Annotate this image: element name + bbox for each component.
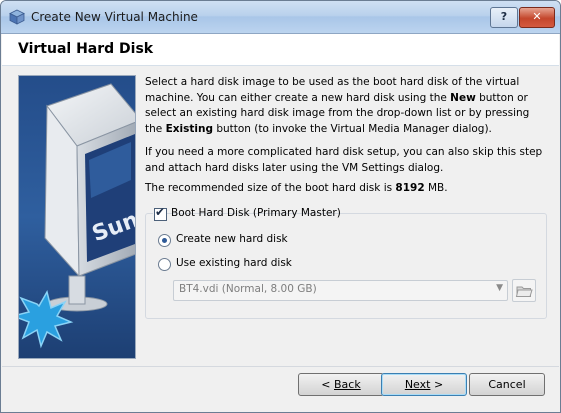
page-title: Virtual Hard Disk xyxy=(18,41,154,57)
recommended-size-value: 8192 xyxy=(395,182,425,194)
back-button[interactable]: < Back xyxy=(298,373,384,396)
boot-hard-disk-label: Boot Hard Disk (Primary Master) xyxy=(171,207,341,219)
next-button-label: Next xyxy=(404,378,431,391)
cancel-button[interactable]: Cancel xyxy=(469,373,545,396)
window-title: Create New Virtual Machine xyxy=(31,10,198,24)
chevron-down-icon[interactable]: ▼ xyxy=(496,283,503,293)
use-existing-disk-radio[interactable] xyxy=(158,258,171,271)
create-new-disk-radio[interactable] xyxy=(158,234,171,247)
advanced-setup-paragraph: If you need a more complicated hard disk… xyxy=(145,146,543,174)
next-button[interactable]: Next > xyxy=(381,373,467,396)
open-folder-button[interactable] xyxy=(512,279,536,302)
back-button-label: Back xyxy=(334,378,361,391)
recommended-size-paragraph: The recommended size of the boot hard di… xyxy=(145,181,545,197)
intro-text-3: button (to invoke the Virtual Media Mana… xyxy=(212,122,492,135)
dialog-window: Create New Virtual Machine ? ✕ Virtual H… xyxy=(0,0,561,413)
title-bar[interactable]: Create New Virtual Machine ? ✕ xyxy=(1,1,560,34)
intro-new-keyword: New xyxy=(450,91,476,104)
intro-existing-keyword: Existing xyxy=(165,122,213,135)
use-existing-disk-label[interactable]: Use existing hard disk xyxy=(176,257,292,269)
create-new-disk-label[interactable]: Create new hard disk xyxy=(176,233,288,245)
existing-disk-value: BT4.vdi (Normal, 8.00 GB) xyxy=(179,283,317,295)
boot-hard-disk-checkbox[interactable]: ✔ xyxy=(154,205,167,221)
header-area: Virtual Hard Disk xyxy=(2,34,559,65)
virtualbox-icon xyxy=(9,9,25,25)
content-area: Sun Select a hard disk image to be used … xyxy=(2,65,559,366)
open-folder-icon xyxy=(515,286,533,297)
button-bar: < Back Next > Cancel xyxy=(2,367,559,412)
check-icon: ✔ xyxy=(155,205,166,219)
boot-hard-disk-checkbox-row[interactable]: ✔ Boot Hard Disk (Primary Master) xyxy=(153,206,341,223)
intro-paragraph: Select a hard disk image to be used as t… xyxy=(145,75,545,137)
recommended-size-text: The recommended size of the boot hard di… xyxy=(145,182,396,194)
recommended-size-unit: MB. xyxy=(424,182,448,194)
close-button[interactable]: ✕ xyxy=(519,7,555,28)
boot-hard-disk-group: ✔ Boot Hard Disk (Primary Master) Create… xyxy=(145,206,547,319)
radio-selected-dot xyxy=(162,238,167,243)
existing-disk-dropdown[interactable]: BT4.vdi (Normal, 8.00 GB) ▼ xyxy=(173,280,508,301)
virtualbox-logo-image: Sun xyxy=(18,75,136,359)
next-button-suffix: > xyxy=(430,378,444,391)
back-button-prefix: < xyxy=(321,378,334,391)
help-button[interactable]: ? xyxy=(490,7,518,28)
